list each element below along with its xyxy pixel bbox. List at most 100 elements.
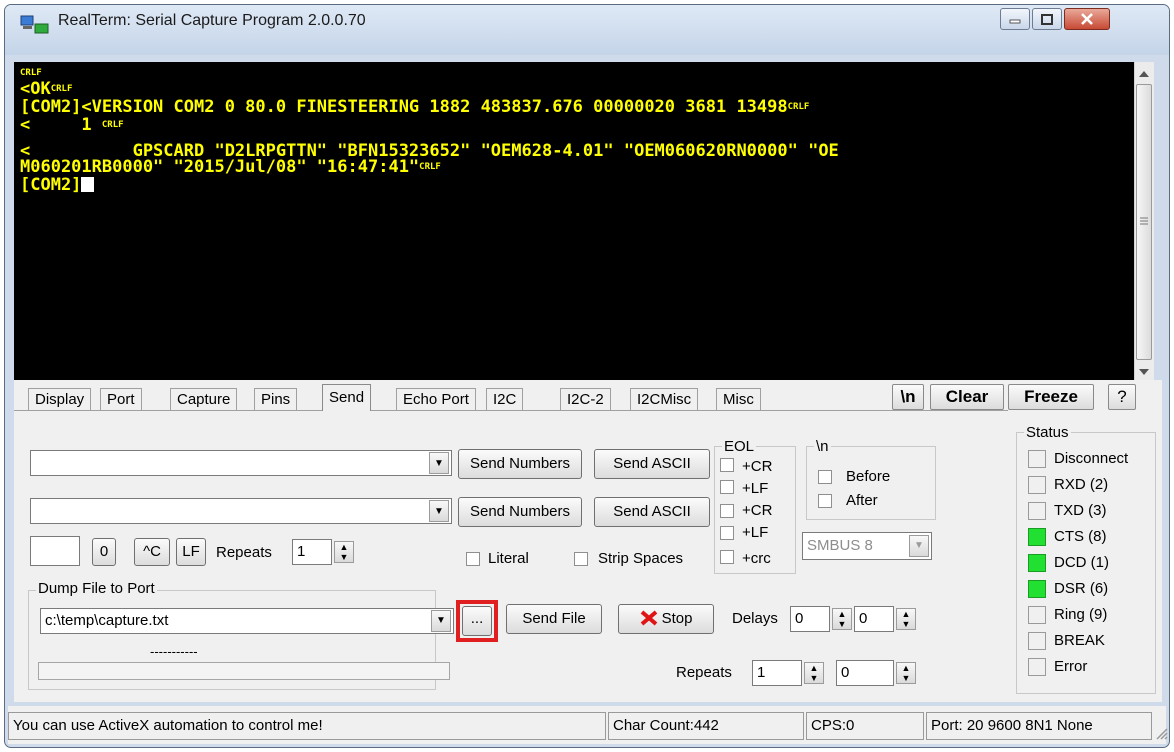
tab-send[interactable]: Send [322, 384, 372, 411]
delays-label: Delays [732, 610, 778, 627]
dropdown-arrow-icon[interactable]: ▼ [909, 535, 929, 557]
newline-button[interactable]: \n [892, 384, 924, 410]
tab-i2c[interactable]: I2C [486, 388, 524, 410]
newline-group-title: \n [814, 438, 831, 455]
literal-label: Literal [488, 550, 529, 567]
repeats-spinner[interactable]: ▲ ▼ [334, 541, 354, 563]
repeats-input[interactable]: 1 [292, 539, 332, 565]
delay-spinner-2[interactable]: ▲ ▼ [896, 608, 916, 630]
send-zero-button[interactable]: 0 [92, 538, 116, 566]
progress-bar [38, 662, 450, 680]
minimize-button[interactable] [1000, 8, 1030, 30]
resize-grip-icon[interactable] [1154, 726, 1168, 744]
clear-button[interactable]: Clear [930, 384, 1004, 410]
delay-input-1[interactable]: 0 [790, 606, 830, 632]
dropdown-arrow-icon[interactable]: ▼ [429, 500, 449, 522]
status-led [1028, 606, 1046, 624]
status-led [1028, 658, 1046, 676]
tab-i2c-2[interactable]: I2C-2 [560, 388, 611, 410]
maximize-button[interactable] [1032, 8, 1062, 30]
literal-checkbox[interactable] [466, 552, 480, 566]
status-group-title: Status [1024, 424, 1071, 441]
eol1-lf-checkbox[interactable] [720, 480, 734, 494]
minimize-icon [1009, 19, 1021, 24]
after-label: After [846, 492, 878, 509]
ctrl-c-button[interactable]: ^C [134, 538, 170, 566]
send-input-2[interactable]: ▼ [30, 498, 452, 524]
status-label: Error [1054, 658, 1088, 675]
status-label: RXD (2) [1054, 476, 1109, 493]
eol2-lf-checkbox[interactable] [720, 526, 734, 540]
number-input[interactable] [30, 536, 80, 566]
status-label: CTS (8) [1054, 528, 1107, 545]
dump-file-input[interactable]: c:\temp\capture.txt ▼ [40, 608, 454, 634]
send-ascii-button-1[interactable]: Send ASCII [594, 449, 710, 479]
status-led [1028, 528, 1046, 546]
dump-repeats-input-2[interactable]: 0 [836, 660, 894, 686]
status-led [1028, 632, 1046, 650]
dump-repeats-input-1[interactable]: 1 [752, 660, 802, 686]
status-led [1028, 476, 1046, 494]
smbus-value: SMBUS 8 [807, 537, 873, 554]
tab-display[interactable]: Display [28, 388, 92, 410]
send-input-1[interactable]: ▼ [30, 450, 452, 476]
repeats-label: Repeats [216, 544, 272, 561]
status-led [1028, 450, 1046, 468]
close-button[interactable] [1064, 8, 1110, 30]
dump-repeats-spinner-1[interactable]: ▲ ▼ [804, 662, 824, 684]
scroll-up-icon[interactable] [1138, 66, 1150, 83]
before-checkbox[interactable] [818, 470, 832, 484]
status-led [1028, 580, 1046, 598]
tab-echo-port[interactable]: Echo Port [396, 388, 476, 410]
eol2-cr-checkbox[interactable] [720, 504, 734, 518]
text-cursor [81, 177, 95, 192]
dropdown-arrow-icon[interactable]: ▼ [429, 452, 449, 474]
terminal-line: [COM2] [20, 176, 95, 194]
lf-button[interactable]: LF [176, 538, 206, 566]
tab-capture[interactable]: Capture [170, 388, 238, 410]
scroll-down-icon[interactable] [1138, 364, 1150, 381]
port-settings: Port: 20 9600 8N1 None [926, 712, 1152, 740]
tab-pins[interactable]: Pins [254, 388, 298, 410]
send-file-button[interactable]: Send File [506, 604, 602, 634]
status-label: DSR (6) [1054, 580, 1109, 597]
dropdown-arrow-icon[interactable]: ▼ [431, 610, 451, 632]
cps-readout: CPS:0 [806, 712, 924, 740]
crc-checkbox[interactable] [720, 550, 734, 564]
maximize-icon [1041, 13, 1053, 25]
before-label: Before [846, 468, 891, 485]
send-ascii-button-2[interactable]: Send ASCII [594, 497, 710, 527]
eol2-lf-label: +LF [742, 524, 769, 541]
grip-icon [1140, 212, 1148, 229]
eol1-cr-checkbox[interactable] [720, 458, 734, 472]
tab-port[interactable]: Port [100, 388, 142, 410]
strip-spaces-checkbox[interactable] [574, 552, 588, 566]
send-numbers-button-1[interactable]: Send Numbers [458, 449, 582, 479]
tab-misc[interactable]: Misc [716, 388, 761, 410]
status-led [1028, 554, 1046, 572]
terminal-display[interactable]: CRLF <OKCRLF [COM2]<VERSION COM2 0 80.0 … [14, 62, 1134, 380]
eol1-lf-label: +LF [742, 480, 769, 497]
browse-button[interactable]: ... [462, 606, 492, 636]
status-led [1028, 502, 1046, 520]
eol-group-title: EOL [722, 438, 757, 455]
delay-spinner-1[interactable]: ▲ ▼ [832, 608, 852, 630]
eol1-cr-label: +CR [742, 458, 773, 475]
after-checkbox[interactable] [818, 494, 832, 508]
freeze-button[interactable]: Freeze [1008, 384, 1094, 410]
send-numbers-button-2[interactable]: Send Numbers [458, 497, 582, 527]
stop-x-icon [640, 610, 657, 626]
dump-repeats-spinner-2[interactable]: ▲ ▼ [896, 662, 916, 684]
status-label: BREAK [1054, 632, 1105, 649]
progress-text: ----------- [150, 644, 198, 659]
stop-button[interactable]: Stop [618, 604, 714, 634]
tab-i2cmisc[interactable]: I2CMisc [630, 388, 699, 410]
delay-input-2[interactable]: 0 [854, 606, 894, 632]
terminal-line: < 1 CRLF [20, 115, 124, 135]
status-label: DCD (1) [1054, 554, 1109, 571]
status-label: TXD (3) [1054, 502, 1107, 519]
terminal-line: [COM2]<VERSION COM2 0 80.0 FINESTEERING … [20, 97, 810, 117]
help-button[interactable]: ? [1108, 384, 1136, 410]
smbus-select[interactable]: SMBUS 8 ▼ [802, 532, 932, 560]
char-count: Char Count:442 [608, 712, 804, 740]
